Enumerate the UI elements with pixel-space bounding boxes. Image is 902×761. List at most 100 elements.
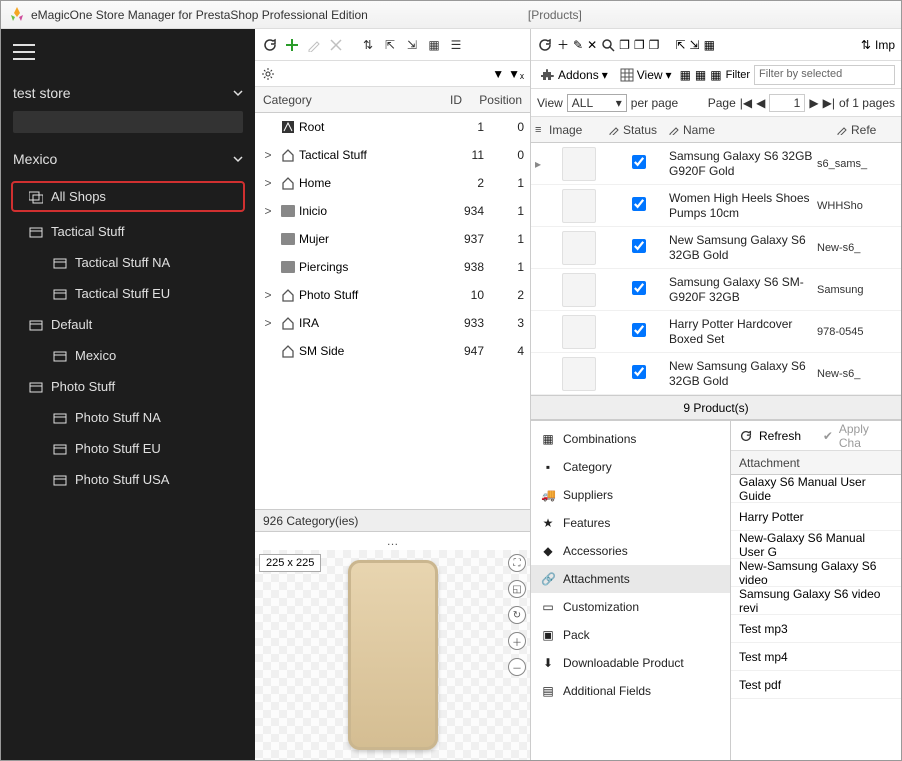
col-status[interactable]: Status: [609, 123, 669, 137]
col-ref[interactable]: Refe: [837, 123, 897, 137]
check-icon[interactable]: ✔: [823, 429, 833, 443]
product-row[interactable]: New Samsung Galaxy S6 32GB GoldNew-s6_: [531, 227, 901, 269]
shop-child[interactable]: Tactical Stuff EU: [1, 278, 255, 309]
first-page-button[interactable]: |◀: [740, 96, 752, 110]
shop-child[interactable]: Photo Stuff EU: [1, 433, 255, 464]
product-row[interactable]: Women High Heels Shoes Pumps 10cmWHHSho: [531, 185, 901, 227]
add-button[interactable]: ＋: [557, 36, 569, 53]
edit-button[interactable]: [305, 36, 323, 54]
grid-icon[interactable]: ▦: [425, 36, 443, 54]
status-checkbox[interactable]: [632, 365, 646, 379]
category-header-pos[interactable]: Position: [462, 93, 522, 107]
shop-group[interactable]: Photo Stuff: [1, 371, 255, 402]
expand-toggle[interactable]: >: [261, 316, 275, 330]
expand-toggle[interactable]: >: [261, 204, 275, 218]
store-selector[interactable]: test store: [1, 75, 255, 111]
swap-icon[interactable]: ⇅: [861, 38, 871, 52]
category-row[interactable]: SM Side9474: [255, 337, 530, 365]
export-icon[interactable]: ⇱: [675, 38, 685, 52]
status-checkbox[interactable]: [632, 155, 646, 169]
delete-button[interactable]: [327, 36, 345, 54]
attachments-header[interactable]: Attachment: [731, 451, 901, 475]
hamburger-button[interactable]: [1, 29, 255, 75]
shop-group[interactable]: Tactical Stuff: [1, 216, 255, 247]
refresh-button[interactable]: [739, 429, 753, 443]
category-row[interactable]: Piercings9381: [255, 253, 530, 281]
all-shops-item[interactable]: All Shops: [11, 181, 245, 212]
attachment-row[interactable]: Harry Potter: [731, 503, 901, 531]
zoom-fit-icon[interactable]: ◱: [508, 580, 526, 598]
prev-page-button[interactable]: ◀: [756, 96, 765, 110]
status-checkbox[interactable]: [632, 239, 646, 253]
delete-button[interactable]: ✕: [587, 38, 597, 52]
tab-accessories[interactable]: ◆Accessories: [531, 537, 730, 565]
grid-icon[interactable]: ▦: [704, 38, 715, 52]
expand-toggle[interactable]: >: [261, 148, 275, 162]
shop-child[interactable]: Tactical Stuff NA: [1, 247, 255, 278]
tab-combinations[interactable]: ▦Combinations: [531, 425, 730, 453]
clone-icon[interactable]: ❐: [634, 38, 645, 52]
funnel-icon[interactable]: ▼: [492, 67, 504, 81]
edit-button[interactable]: ✎: [573, 38, 583, 52]
shop-child[interactable]: Photo Stuff USA: [1, 464, 255, 495]
page-input[interactable]: 1: [769, 94, 805, 112]
import-icon[interactable]: ⇲: [690, 38, 700, 52]
next-page-button[interactable]: ▶: [809, 96, 818, 110]
import-label[interactable]: Imp: [875, 38, 895, 52]
status-checkbox[interactable]: [632, 197, 646, 211]
category-row[interactable]: >IRA9333: [255, 309, 530, 337]
category-row[interactable]: >Photo Stuff102: [255, 281, 530, 309]
tool-icon[interactable]: ▦: [680, 68, 691, 82]
tab-pack[interactable]: ▣Pack: [531, 621, 730, 649]
category-row[interactable]: >Home21: [255, 169, 530, 197]
splitter-dots[interactable]: …: [255, 531, 530, 550]
attachment-row[interactable]: Test pdf: [731, 671, 901, 699]
fit-icon[interactable]: ⛶: [508, 554, 526, 572]
tab-customization[interactable]: ▭Customization: [531, 593, 730, 621]
category-row[interactable]: >Tactical Stuff110: [255, 141, 530, 169]
col-image[interactable]: Image: [549, 123, 609, 137]
tab-features[interactable]: ★Features: [531, 509, 730, 537]
attachment-row[interactable]: Test mp4: [731, 643, 901, 671]
addons-button[interactable]: Addons ▾: [537, 66, 612, 84]
status-checkbox[interactable]: [632, 323, 646, 337]
import-icon[interactable]: ⇲: [403, 36, 421, 54]
attachment-row[interactable]: Samsung Galaxy S6 video revi: [731, 587, 901, 615]
category-row[interactable]: Mujer9371: [255, 225, 530, 253]
view-button[interactable]: View ▾: [616, 66, 676, 84]
product-row[interactable]: Harry Potter Hardcover Boxed Set978-0545: [531, 311, 901, 353]
paste-icon[interactable]: ❐: [649, 38, 660, 52]
sidebar-search-input[interactable]: [13, 111, 243, 133]
refresh-label[interactable]: Refresh: [759, 429, 801, 443]
expand-toggle[interactable]: >: [261, 288, 275, 302]
swap-icon[interactable]: ⇅: [359, 36, 377, 54]
tab-downloadable-product[interactable]: ⬇Downloadable Product: [531, 649, 730, 677]
copy-icon[interactable]: ❐: [619, 38, 630, 52]
col-name[interactable]: Name: [669, 123, 837, 137]
category-row[interactable]: Root10: [255, 113, 530, 141]
zoom-out-icon[interactable]: －: [508, 658, 526, 676]
add-button[interactable]: [283, 36, 301, 54]
category-header-id[interactable]: ID: [412, 93, 462, 107]
shop-group[interactable]: Default: [1, 309, 255, 340]
tab-suppliers[interactable]: 🚚Suppliers: [531, 481, 730, 509]
last-page-button[interactable]: ▶|: [823, 96, 835, 110]
shop-child[interactable]: Photo Stuff NA: [1, 402, 255, 433]
attachment-row[interactable]: New-Galaxy S6 Manual User G: [731, 531, 901, 559]
apply-label[interactable]: Apply Cha: [839, 422, 893, 450]
filter-select[interactable]: Filter by selected: [754, 65, 895, 85]
attachment-row[interactable]: Galaxy S6 Manual User Guide: [731, 475, 901, 503]
category-row[interactable]: >Inicio9341: [255, 197, 530, 225]
perpage-select[interactable]: ALL▾: [567, 94, 627, 112]
row-arrow[interactable]: ▸: [535, 157, 549, 171]
tab-additional-fields[interactable]: ▤Additional Fields: [531, 677, 730, 705]
refresh-button[interactable]: [261, 36, 279, 54]
zoom-in-icon[interactable]: ＋: [508, 632, 526, 650]
gear-button[interactable]: [261, 67, 275, 81]
product-row[interactable]: Samsung Galaxy S6 SM-G920F 32GBSamsung: [531, 269, 901, 311]
search-button[interactable]: [601, 38, 615, 52]
expand-toggle[interactable]: >: [261, 176, 275, 190]
rotate-icon[interactable]: ↻: [508, 606, 526, 624]
menu-icon[interactable]: ≡: [535, 124, 549, 136]
shop-child[interactable]: Mexico: [1, 340, 255, 371]
